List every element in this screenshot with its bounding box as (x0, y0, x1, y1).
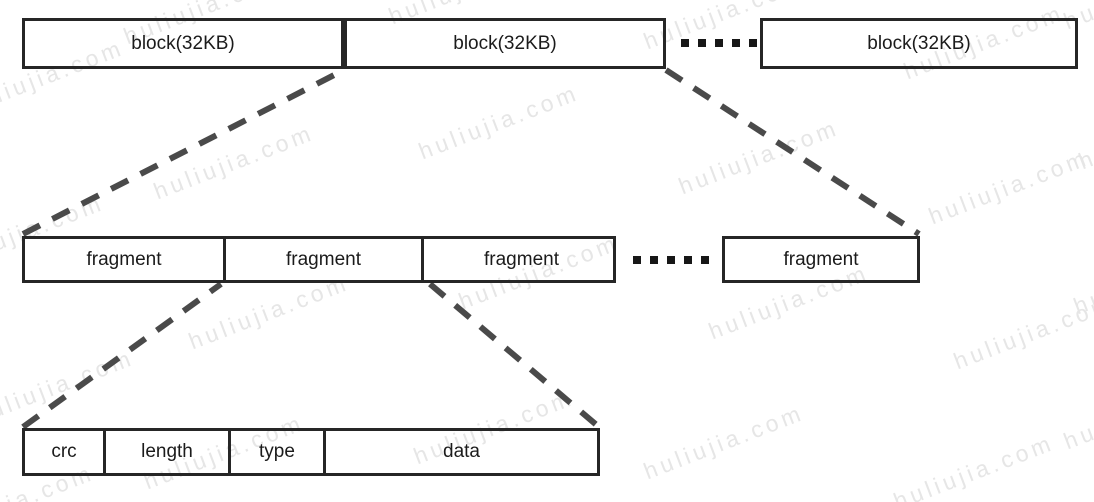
record-field-length[interactable]: length (103, 431, 228, 473)
fragment-cell[interactable]: fragment (25, 239, 223, 280)
connector-fragment-to-record-left (21, 281, 223, 430)
block-group-left: block(32KB) (22, 18, 344, 69)
connector-block-to-fragment-left (21, 67, 346, 237)
connector-block-to-fragment-right (664, 67, 921, 237)
fragment-cell[interactable]: fragment (421, 239, 619, 280)
blocks-ellipsis-icon (681, 39, 757, 47)
fragment-group-right: fragment (722, 236, 920, 283)
connector-fragment-to-record-right (428, 281, 601, 430)
fragment-cell[interactable]: fragment (223, 239, 421, 280)
record-field-group: crc length type data (22, 428, 600, 476)
diagram-canvas: huliujia.com huliujia.com huliujia.com h… (0, 0, 1094, 502)
record-field-type[interactable]: type (228, 431, 323, 473)
block-group-right: block(32KB) (760, 18, 1078, 69)
diagram-content: block(32KB) block(32KB) block(32KB) frag… (0, 0, 1094, 502)
block-cell[interactable]: block(32KB) (25, 21, 341, 66)
record-field-data[interactable]: data (323, 431, 597, 473)
block-group-middle: block(32KB) (344, 18, 666, 69)
block-cell[interactable]: block(32KB) (347, 21, 663, 66)
fragment-group-left: fragment fragment fragment (22, 236, 616, 283)
fragments-ellipsis-icon (633, 256, 709, 264)
block-cell[interactable]: block(32KB) (763, 21, 1075, 66)
fragment-cell[interactable]: fragment (725, 239, 917, 280)
record-field-crc[interactable]: crc (25, 431, 103, 473)
